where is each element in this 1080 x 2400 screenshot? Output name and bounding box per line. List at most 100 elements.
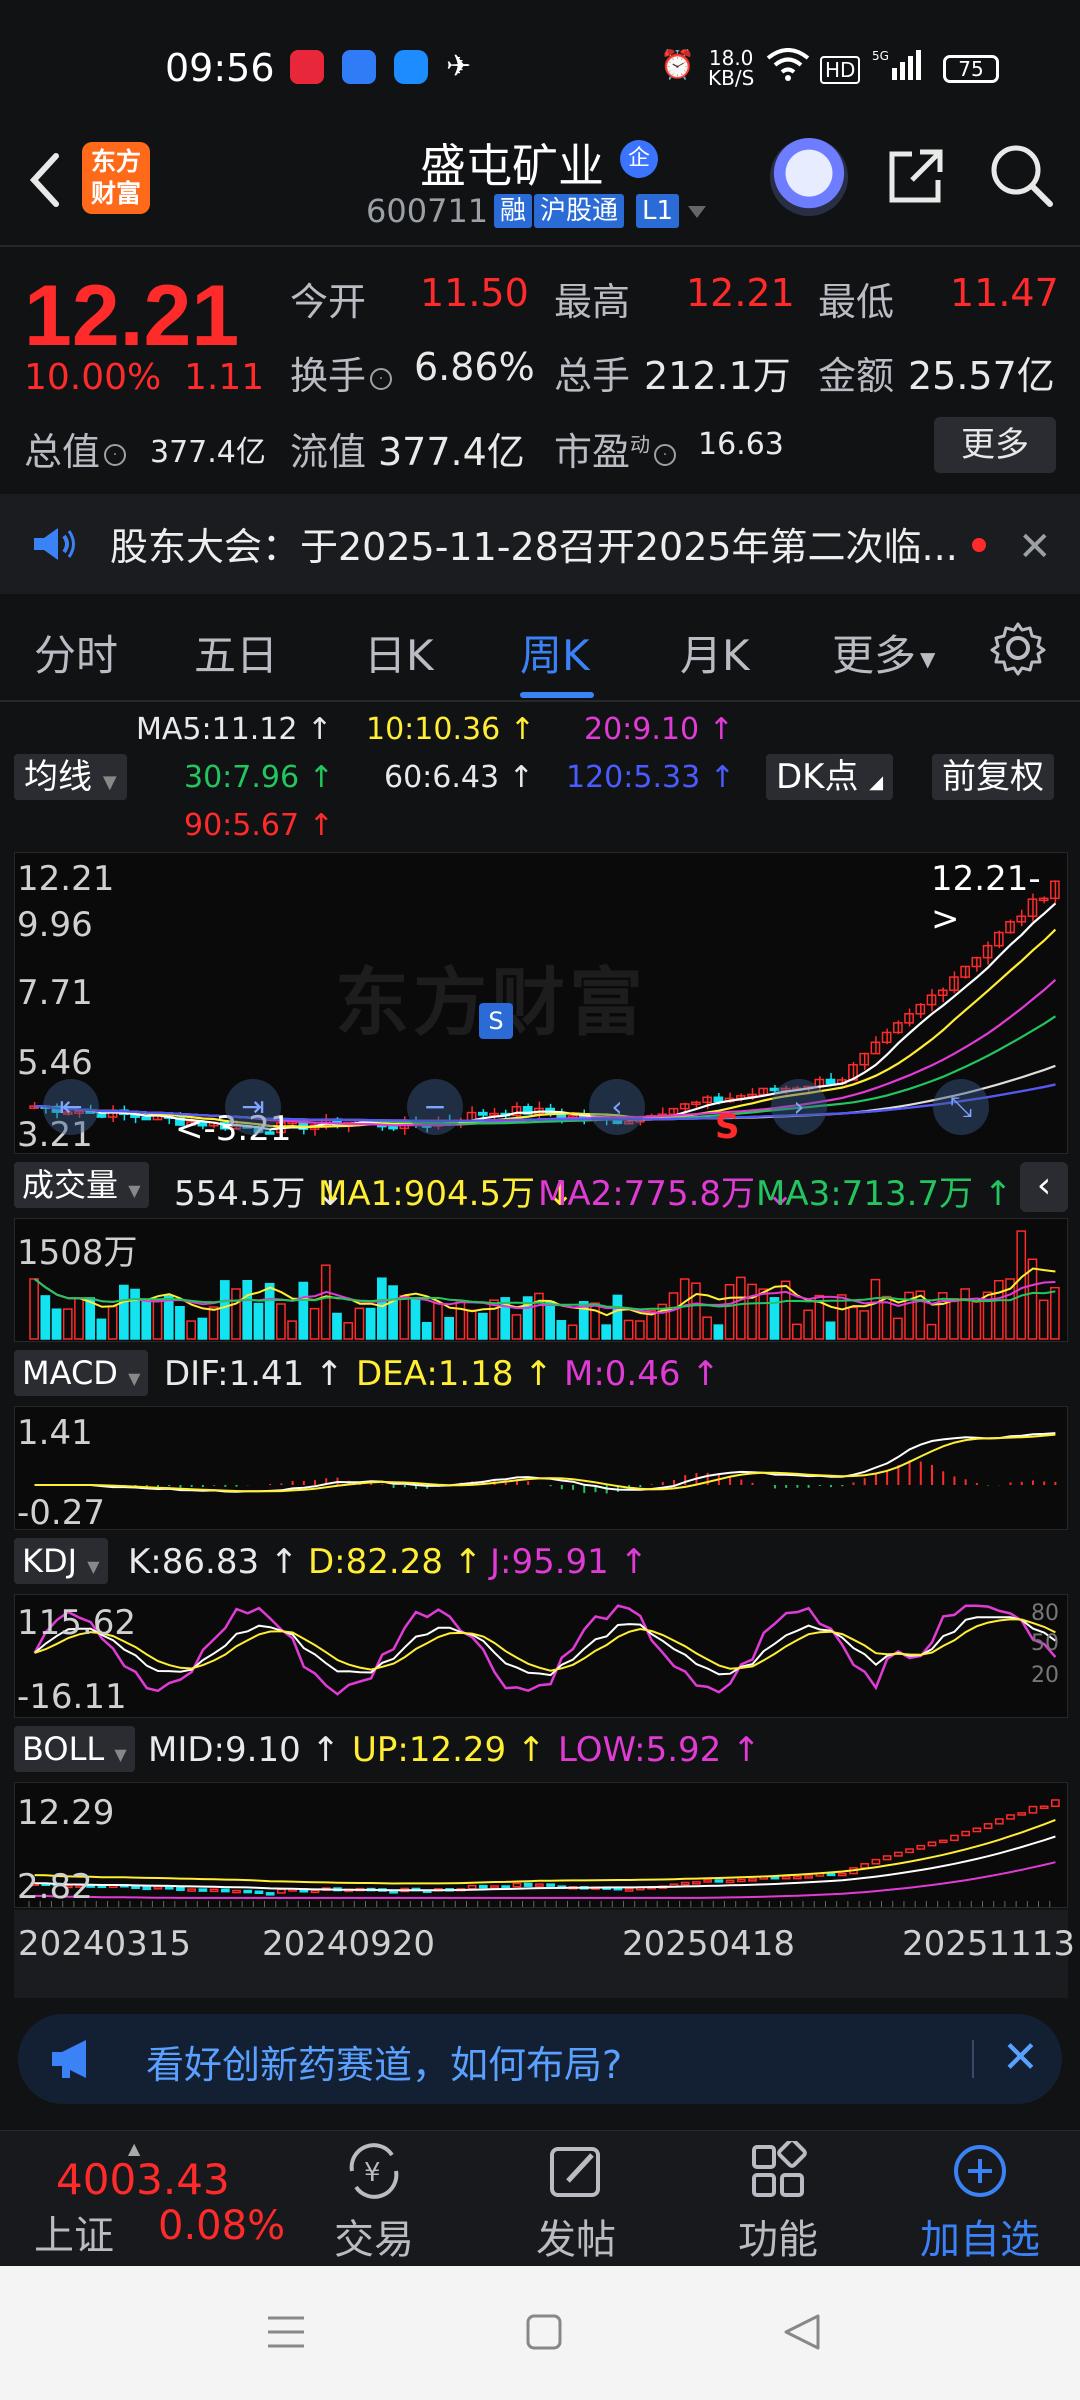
share-icon[interactable] — [884, 144, 948, 208]
volume-ma3: MA3:713.7万 ↑ — [756, 1166, 1012, 1215]
collapse-chevron-icon[interactable]: ‹ — [1020, 1162, 1068, 1212]
volume-bar — [859, 1310, 870, 1340]
volume-bar — [421, 1321, 432, 1340]
kdj-y-bottom: -16.11 — [17, 1677, 127, 1717]
macd-select-chip[interactable]: MACD ▼ — [14, 1350, 149, 1396]
dk-point-button[interactable]: DK点 ◢ — [766, 754, 894, 800]
kdj-k-line — [33, 1616, 1056, 1677]
boll-select-chip[interactable]: BOLL ▼ — [14, 1726, 135, 1772]
close-icon[interactable]: ✕ — [1018, 524, 1052, 570]
assistant-robot-icon[interactable] — [770, 138, 848, 216]
volume-bar — [253, 1302, 264, 1340]
status-time: 09:56 — [165, 46, 275, 90]
more-button[interactable]: 更多 — [934, 417, 1056, 473]
volume-bar — [623, 1319, 634, 1340]
volume-chart: 1508万 — [14, 1218, 1068, 1342]
next-icon[interactable]: › — [771, 1079, 827, 1135]
kline-chart[interactable]: 12.21 9.96 7.71 5.46 3.21 12.21-> <-3.21… — [14, 852, 1068, 1155]
tab-weekly-k[interactable]: 周K — [520, 622, 590, 683]
app-logo[interactable]: 东方财富 — [82, 142, 150, 214]
up-arrow-icon: ↑ — [308, 808, 334, 843]
volume-ma2-text: MA2:775.8万 — [538, 1174, 756, 1214]
promo-text: 看好创新药赛道，如何布局? — [146, 2043, 623, 2087]
pe-label-text: 市盈 — [554, 430, 631, 474]
back-nav-icon[interactable] — [782, 2312, 822, 2352]
home-icon[interactable] — [524, 2312, 564, 2352]
zoom-in-icon[interactable]: ⇥ — [225, 1079, 281, 1135]
index-ticker[interactable]: ▲ 4003.43 上证 0.08% — [0, 2131, 285, 2267]
notice-text: 股东大会：于2025-11-28召开2025年第二次临... — [110, 525, 958, 569]
gear-icon[interactable] — [990, 620, 1046, 676]
nav-functions[interactable]: 功能 — [688, 2141, 868, 2265]
system-nav-bar — [0, 2266, 1080, 2400]
date-label: 20240920 — [262, 1924, 436, 1964]
volume-bar — [410, 1298, 421, 1340]
index-name: 上证 — [34, 2213, 114, 2259]
volume-value-text: 554.5万 — [174, 1174, 306, 1214]
up-arrow-icon: ↑ — [517, 1730, 546, 1770]
up-arrow-icon: ↑ — [983, 1174, 1013, 1214]
boll-candle — [310, 1889, 320, 1894]
volume-bar — [320, 1264, 331, 1340]
signal-icon: 5G — [872, 48, 922, 89]
megaphone-icon — [52, 2040, 86, 2078]
volume-ma-line — [33, 1267, 1056, 1317]
boll-candle — [793, 1875, 802, 1880]
notice-bar[interactable]: 股东大会：于2025-11-28召开2025年第二次临... ✕ — [0, 494, 1080, 594]
up-arrow-icon: ↑ — [709, 760, 735, 795]
buy-signal-badge[interactable]: S — [479, 1003, 513, 1039]
ma90-value: 90:5.67 ↑ — [184, 808, 334, 843]
volume-bar — [601, 1324, 612, 1340]
fullscreen-icon[interactable]: ⤡ — [933, 1079, 989, 1135]
macd-dif-line — [34, 1432, 1056, 1493]
shrink-icon[interactable]: − — [407, 1079, 463, 1135]
boll-candle — [893, 1851, 903, 1857]
nav-add-watchlist[interactable]: 加自选 — [890, 2141, 1070, 2265]
kdj-level-50: 50 — [1031, 1631, 1059, 1656]
chevron-down-icon[interactable] — [688, 206, 706, 218]
nav-post[interactable]: 发帖 — [486, 2141, 666, 2265]
volume-bar — [74, 1297, 84, 1340]
kdj-chart: 115.62 -16.11 80 50 20 — [14, 1594, 1068, 1718]
close-icon[interactable]: ✕ — [1002, 2032, 1039, 2083]
caret-down-icon: ▼ — [128, 1369, 141, 1388]
info-icon[interactable]: · — [104, 443, 127, 466]
volume-select-chip[interactable]: 成交量 ▼ — [14, 1162, 149, 1208]
kline-y-label: 9.96 — [17, 905, 93, 945]
unread-dot — [972, 538, 986, 552]
kline-last-price-label: 12.21-> — [931, 859, 1041, 939]
tab-five-day[interactable]: 五日 — [194, 622, 278, 683]
tab-intraday[interactable]: 分时 — [34, 622, 118, 683]
ma-select-chip[interactable]: 均线 ▼ — [14, 754, 127, 800]
wifi-icon — [766, 48, 810, 89]
back-icon[interactable] — [24, 150, 64, 210]
nav-trade[interactable]: ¥ 交易 — [284, 2141, 464, 2265]
boll-mid: MID:9.10 ↑ — [148, 1730, 340, 1770]
volume-bar — [175, 1306, 185, 1340]
tab-daily-k[interactable]: 日K — [364, 622, 434, 683]
info-icon[interactable]: · — [654, 443, 677, 466]
promo-banner[interactable]: 看好创新药赛道，如何布局? ✕ — [18, 2014, 1062, 2104]
zoom-out-icon[interactable]: ⇤ — [43, 1079, 99, 1135]
candle-body — [713, 1096, 724, 1103]
sell-signal-badge[interactable]: S — [715, 1107, 740, 1147]
caret-down-icon: ▼ — [102, 772, 117, 793]
date-label: 20240315 — [18, 1924, 192, 1964]
boll-candle — [523, 1882, 533, 1887]
volume-bar — [668, 1292, 679, 1340]
music-app-icon — [290, 50, 324, 84]
tab-more[interactable]: 更多 ▼ — [832, 622, 935, 683]
volume-ma1-text: MA1:904.5万 — [318, 1174, 536, 1214]
boll-up: UP:12.29 ↑ — [352, 1730, 546, 1770]
menu-icon[interactable] — [266, 2312, 306, 2352]
macd-chart: 1.41 -0.27 — [14, 1406, 1068, 1533]
prev-icon[interactable]: ‹ — [589, 1079, 645, 1135]
tab-monthly-k[interactable]: 月K — [680, 622, 750, 683]
boll-candle — [983, 1823, 993, 1830]
info-icon[interactable]: · — [370, 367, 393, 390]
kdj-select-chip[interactable]: KDJ ▼ — [14, 1538, 108, 1584]
search-icon[interactable] — [988, 142, 1054, 208]
adjust-button[interactable]: 前复权 — [932, 754, 1054, 800]
macd-header: MACD ▼ DIF:1.41 ↑ DEA:1.18 ↑ M:0.46 ↑ — [14, 1350, 1068, 1400]
caret-down-icon: ▼ — [920, 646, 936, 671]
